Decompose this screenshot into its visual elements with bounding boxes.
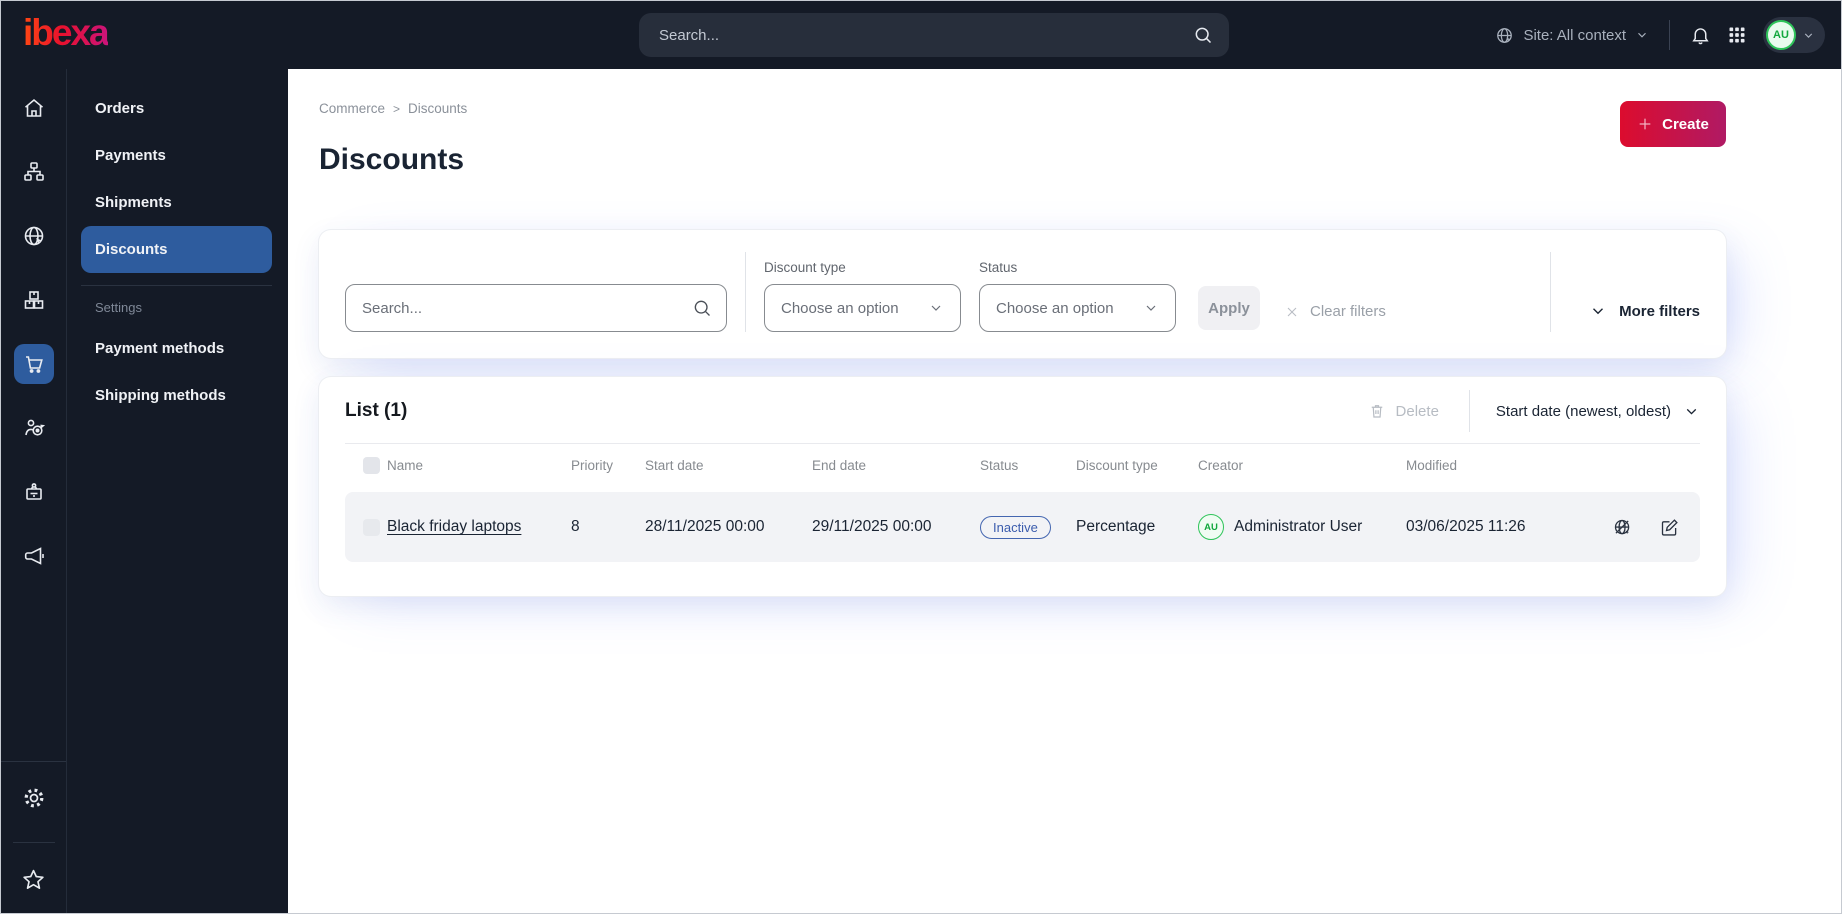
cell-creator: Administrator User: [1234, 518, 1363, 535]
menu-settings-label: Settings: [95, 300, 142, 315]
breadcrumb-commerce[interactable]: Commerce: [319, 101, 385, 116]
rail-divider: [1, 761, 66, 762]
menu-item-shipping-methods[interactable]: Shipping methods: [81, 372, 272, 419]
delete-button-label: Delete: [1395, 402, 1439, 420]
breadcrumb-separator: >: [393, 101, 401, 116]
ibexa-logo: ibexa: [23, 14, 110, 57]
col-end-date: End date: [812, 457, 867, 473]
main-content: Commerce > Discounts Create Discounts Di…: [288, 69, 1841, 913]
col-start-date: Start date: [645, 457, 704, 473]
menu-item-orders[interactable]: Orders: [81, 85, 272, 132]
delete-button[interactable]: Delete: [1368, 402, 1439, 420]
rail-divider: [12, 842, 55, 843]
more-filters-label: More filters: [1619, 302, 1700, 320]
status-label: Status: [979, 260, 1018, 275]
edit-icon[interactable]: [1659, 517, 1680, 538]
breadcrumb: Commerce > Discounts: [319, 101, 1841, 116]
chevron-down-icon: [1635, 28, 1649, 42]
cell-discount-type: Percentage: [1076, 518, 1156, 535]
col-status: Status: [980, 457, 1019, 473]
cell-priority: 8: [571, 518, 580, 535]
menu-item-discounts[interactable]: Discounts: [81, 226, 272, 273]
page-title: Discounts: [319, 143, 465, 176]
filter-divider: [1550, 252, 1552, 332]
clear-x-icon: [1284, 304, 1300, 320]
status-select[interactable]: Choose an option: [979, 284, 1176, 332]
list-title: List (1): [345, 400, 408, 421]
discount-name-link[interactable]: Black friday laptops: [387, 518, 521, 535]
filter-search-input[interactable]: [362, 299, 692, 317]
clear-filters-button[interactable]: Clear filters: [1284, 303, 1386, 320]
apply-button[interactable]: Apply: [1198, 286, 1260, 330]
sort-dropdown[interactable]: Start date (newest, oldest): [1496, 403, 1700, 420]
status-badge: Inactive: [980, 515, 1051, 539]
search-icon[interactable]: [692, 298, 712, 318]
nav-bookmarks-star-icon[interactable]: [14, 859, 54, 899]
table-row: Black friday laptops 8 28/11/2025 00:00 …: [345, 492, 1700, 562]
cell-end-date: 29/11/2025 00:00: [812, 518, 932, 535]
user-menu[interactable]: AU: [1763, 17, 1825, 53]
filter-divider: [745, 252, 746, 332]
nav-site-structure-icon[interactable]: [14, 152, 54, 192]
discount-type-label: Discount type: [764, 260, 846, 275]
menu-item-payment-methods[interactable]: Payment methods: [81, 325, 272, 372]
icon-rail: [1, 69, 67, 913]
topbar-divider: [1669, 20, 1670, 50]
cell-modified: 03/06/2025 11:26: [1406, 518, 1526, 535]
avatar: AU: [1766, 20, 1796, 50]
filter-search[interactable]: [345, 284, 727, 332]
status-value: Choose an option: [996, 299, 1114, 317]
chevron-down-icon: [1143, 300, 1159, 316]
global-search[interactable]: [639, 13, 1229, 57]
select-all-checkbox[interactable]: [363, 456, 380, 474]
breadcrumb-discounts: Discounts: [408, 101, 468, 116]
discount-type-select[interactable]: Choose an option: [764, 284, 961, 332]
nav-customers-icon[interactable]: [14, 408, 54, 448]
commerce-menu: Orders Payments Shipments Discounts Sett…: [67, 69, 288, 913]
site-context-label: Site: All context: [1523, 26, 1626, 44]
chevron-down-icon: [1683, 403, 1700, 420]
col-discount-type: Discount type: [1076, 457, 1158, 473]
chevron-down-icon: [928, 300, 944, 316]
nav-site-icon[interactable]: [14, 216, 54, 256]
menu-item-payments[interactable]: Payments: [81, 132, 272, 179]
app-grid-icon[interactable]: [1727, 25, 1747, 45]
nav-settings-gear-icon[interactable]: [14, 778, 54, 818]
col-name: Name: [387, 457, 424, 473]
topbar: ibexa Site: All context AU: [1, 1, 1841, 69]
table-header: Name Priority Start date End date Status…: [345, 444, 1700, 486]
clear-filters-label: Clear filters: [1310, 303, 1386, 320]
chevron-down-icon: [1589, 302, 1607, 320]
col-modified: Modified: [1406, 457, 1458, 473]
create-button[interactable]: Create: [1620, 101, 1726, 147]
discounts-list: List (1) Delete Start date (newest, olde…: [319, 377, 1726, 596]
more-filters-button[interactable]: More filters: [1589, 302, 1700, 320]
row-checkbox[interactable]: [363, 518, 380, 536]
site-globe-icon: [1495, 26, 1514, 45]
notifications-bell-icon[interactable]: [1690, 25, 1711, 46]
list-head-divider: [1468, 390, 1470, 432]
menu-item-shipments[interactable]: Shipments: [81, 179, 272, 226]
nav-products-icon[interactable]: [14, 280, 54, 320]
col-priority: Priority: [571, 457, 614, 473]
search-icon[interactable]: [1193, 25, 1213, 45]
discount-type-value: Choose an option: [781, 299, 899, 317]
filters-bar: Discount type Choose an option Status Ch…: [319, 230, 1726, 358]
nav-personnel-badge-icon[interactable]: [14, 472, 54, 512]
create-button-label: Create: [1662, 115, 1709, 133]
nav-home-icon[interactable]: [14, 88, 54, 128]
creator-avatar: AU: [1198, 514, 1224, 540]
cell-start-date: 28/11/2025 00:00: [645, 518, 765, 535]
plus-icon: [1637, 116, 1653, 132]
nav-marketing-megaphone-icon[interactable]: [14, 536, 54, 576]
global-search-input[interactable]: [659, 26, 1193, 44]
sort-label: Start date (newest, oldest): [1495, 402, 1671, 420]
menu-divider: [81, 285, 272, 286]
col-creator: Creator: [1198, 457, 1244, 473]
site-context-switcher[interactable]: Site: All context: [1495, 26, 1649, 45]
chevron-down-icon: [1802, 29, 1815, 42]
nav-commerce-cart-icon[interactable]: [13, 344, 54, 384]
trash-icon: [1368, 402, 1386, 420]
site-hidden-icon[interactable]: [1612, 517, 1633, 538]
